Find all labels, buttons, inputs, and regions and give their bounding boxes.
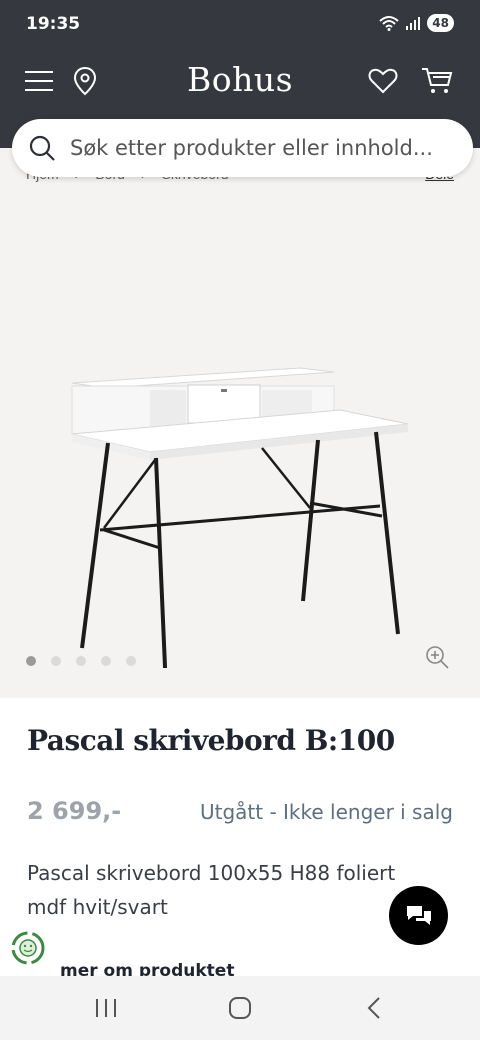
availability-status: Utgått - Ikke lenger i salg (199, 800, 453, 824)
search-bar[interactable] (12, 119, 473, 177)
search-input[interactable] (70, 136, 460, 160)
cart-icon (422, 68, 453, 93)
brand-logo[interactable]: Bohus (0, 60, 480, 99)
back-arrow-icon (367, 997, 380, 1019)
search-icon (29, 135, 55, 161)
battery-indicator: 48 (427, 14, 454, 32)
product-image (71, 367, 409, 668)
gallery-dot[interactable] (26, 656, 36, 666)
status-bar: 19:35 48 (0, 0, 480, 48)
heart-icon (368, 68, 398, 94)
system-nav-bar (0, 976, 480, 1040)
gallery-dot[interactable] (101, 656, 111, 666)
product-gallery[interactable]: Hjem › Bord › Skrivebord Dele (0, 148, 480, 698)
product-description: Pascal skrivebord 100x55 H88 foliert mdf… (27, 861, 396, 919)
recent-apps-icon (96, 999, 116, 1017)
product-price: 2 699,- (27, 797, 122, 825)
recent-apps-button[interactable] (88, 990, 124, 1026)
zoom-in-icon[interactable] (424, 644, 450, 670)
home-button[interactable] (222, 990, 258, 1026)
signal-icon (406, 17, 421, 30)
gallery-dot[interactable] (76, 656, 86, 666)
gallery-dots (26, 656, 136, 666)
gallery-dot[interactable] (126, 656, 136, 666)
product-title: Pascal skrivebord B:100 (27, 724, 395, 757)
status-icons: 48 (379, 14, 454, 32)
back-button[interactable] (356, 990, 392, 1026)
cart-button[interactable] (420, 64, 454, 98)
wishlist-button[interactable] (366, 64, 400, 98)
chat-button[interactable] (389, 886, 448, 945)
status-time: 19:35 (26, 14, 81, 34)
wifi-icon (379, 16, 399, 31)
page: 19:35 48 Bohus Søk etter produkter eller… (0, 0, 480, 1040)
chat-bubbles-icon (406, 905, 431, 925)
gallery-dot[interactable] (51, 656, 61, 666)
sustainability-badge-icon[interactable] (10, 930, 46, 966)
home-icon (229, 997, 251, 1019)
